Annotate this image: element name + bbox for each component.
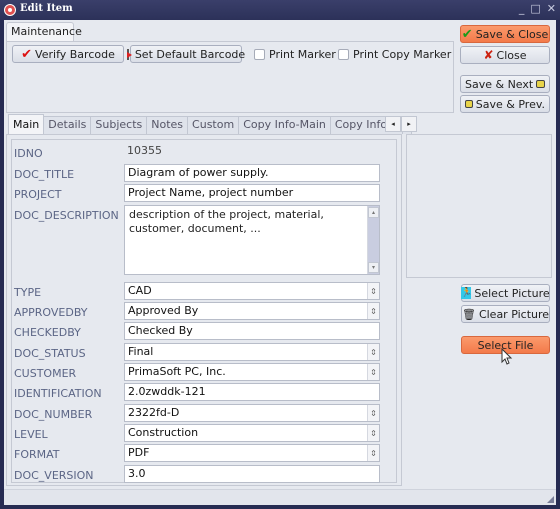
save-next-button[interactable]: Save & Next bbox=[460, 75, 550, 93]
tab-scroll-right-button[interactable]: ▸ bbox=[401, 116, 417, 132]
hand-right-icon bbox=[536, 80, 545, 88]
customer-select[interactable]: PrimaSoft PC, Inc. ⇕ bbox=[124, 363, 380, 381]
close-x-icon: ✘ bbox=[483, 48, 494, 62]
verify-barcode-button[interactable]: ✔ Verify Barcode bbox=[12, 45, 124, 63]
doc-description-textarea[interactable]: description of the project, material, cu… bbox=[124, 205, 380, 275]
customer-label: CUSTOMER bbox=[14, 367, 77, 380]
checkmark-icon: ✔ bbox=[21, 46, 33, 62]
project-input[interactable]: Project Name, project number bbox=[124, 184, 380, 202]
maximize-button[interactable]: □ bbox=[530, 2, 540, 15]
spin-icon[interactable]: ⇕ bbox=[367, 303, 379, 319]
print-marker-label: Print Marker bbox=[269, 48, 336, 61]
trash-icon: 🗑 bbox=[461, 307, 476, 321]
checkmark-icon: ✔ bbox=[461, 26, 473, 42]
scroll-up-icon[interactable]: ▴ bbox=[368, 207, 379, 218]
spin-icon[interactable]: ⇕ bbox=[367, 405, 379, 421]
description-scrollbar[interactable]: ▴ ▾ bbox=[367, 206, 379, 274]
approvedby-label: APPROVEDBY bbox=[14, 306, 88, 319]
doc-title-input[interactable]: Diagram of power supply. bbox=[124, 164, 380, 182]
spin-icon[interactable]: ⇕ bbox=[367, 445, 379, 461]
checkbox-box[interactable] bbox=[254, 49, 265, 60]
tab-copy-info-main[interactable]: Copy Info-Main bbox=[238, 116, 331, 134]
identification-label: IDENTIFICATION bbox=[14, 387, 102, 400]
doc-version-input[interactable]: 3.0 bbox=[124, 465, 380, 483]
print-marker-checkbox[interactable]: Print Marker bbox=[254, 48, 336, 61]
tab-custom[interactable]: Custom bbox=[187, 116, 240, 134]
select-picture-button[interactable]: 🏃 Select Picture bbox=[461, 284, 550, 302]
level-label: LEVEL bbox=[14, 428, 48, 441]
idno-value: 10355 bbox=[127, 144, 162, 157]
checkedby-label: CHECKEDBY bbox=[14, 326, 81, 339]
close-label: Close bbox=[496, 48, 527, 62]
verify-barcode-label: Verify Barcode bbox=[35, 47, 115, 61]
set-default-barcode-label: Set Default Barcode bbox=[134, 47, 246, 61]
idno-label: IDNO bbox=[14, 147, 43, 160]
scroll-down-icon[interactable]: ▾ bbox=[368, 262, 379, 273]
doc-version-label: DOC_VERSION bbox=[14, 469, 94, 482]
doc-title-label: DOC_TITLE bbox=[14, 168, 75, 181]
clear-picture-label: Clear Picture bbox=[478, 307, 550, 321]
type-select[interactable]: CAD ⇕ bbox=[124, 282, 380, 300]
barcode-icon bbox=[126, 48, 132, 60]
tab-details[interactable]: Details bbox=[43, 116, 92, 134]
project-label: PROJECT bbox=[14, 188, 62, 201]
clear-picture-button[interactable]: 🗑 Clear Picture bbox=[461, 305, 550, 323]
checkedby-input[interactable]: Checked By bbox=[124, 322, 380, 340]
minimize-button[interactable]: _ bbox=[519, 2, 525, 15]
doc-number-label: DOC_NUMBER bbox=[14, 408, 93, 421]
picture-frame bbox=[406, 134, 552, 278]
print-copy-marker-checkbox[interactable]: Print Copy Marker bbox=[338, 48, 451, 61]
edit-item-window: Edit Item _ □ ✕ Maintenance ✔ Verify Bar… bbox=[0, 0, 560, 509]
doc-status-select[interactable]: Final ⇕ bbox=[124, 343, 380, 361]
window-title: Edit Item bbox=[20, 3, 73, 14]
spin-icon[interactable]: ⇕ bbox=[367, 425, 379, 441]
doc-status-label: DOC_STATUS bbox=[14, 347, 86, 360]
tab-scroll-left-button[interactable]: ◂ bbox=[385, 116, 401, 132]
approvedby-select[interactable]: Approved By ⇕ bbox=[124, 302, 380, 320]
level-select[interactable]: Construction ⇕ bbox=[124, 424, 380, 442]
title-bar: Edit Item _ □ ✕ bbox=[0, 0, 560, 20]
save-next-label: Save & Next bbox=[465, 77, 534, 91]
doc-description-label: DOC_DESCRIPTION bbox=[14, 209, 119, 222]
hand-left-icon bbox=[465, 100, 473, 108]
format-label: FORMAT bbox=[14, 448, 60, 461]
picture-icon: 🏃 bbox=[461, 287, 473, 299]
tab-maintenance[interactable]: Maintenance bbox=[6, 22, 82, 42]
tab-strip: Main Details Subjects Notes Custom Copy … bbox=[8, 114, 413, 134]
app-icon bbox=[4, 4, 16, 16]
tab-notes[interactable]: Notes bbox=[146, 116, 189, 134]
close-window-button[interactable]: ✕ bbox=[547, 2, 556, 15]
tab-main[interactable]: Main bbox=[8, 114, 45, 134]
status-bar bbox=[4, 489, 556, 505]
set-default-barcode-button[interactable]: Set Default Barcode bbox=[126, 45, 246, 63]
resize-grip-icon[interactable] bbox=[547, 496, 554, 503]
tab-subjects[interactable]: Subjects bbox=[90, 116, 148, 134]
save-prev-button[interactable]: Save & Prev. bbox=[460, 95, 550, 113]
identification-input[interactable]: 2.0zwddk-121 bbox=[124, 383, 380, 401]
save-close-label: Save & Close bbox=[475, 27, 549, 41]
save-prev-label: Save & Prev. bbox=[475, 97, 545, 111]
checkbox-box[interactable] bbox=[338, 49, 349, 60]
spin-icon[interactable]: ⇕ bbox=[367, 364, 379, 380]
type-label: TYPE bbox=[14, 286, 42, 299]
print-copy-marker-label: Print Copy Marker bbox=[353, 48, 452, 61]
mouse-cursor-icon bbox=[501, 347, 513, 369]
close-button[interactable]: ✘ Close bbox=[460, 46, 550, 64]
save-close-button[interactable]: ✔ Save & Close bbox=[460, 25, 550, 43]
format-select[interactable]: PDF ⇕ bbox=[124, 444, 380, 462]
doc-number-select[interactable]: 2322fd-D ⇕ bbox=[124, 404, 380, 422]
select-picture-label: Select Picture bbox=[474, 286, 550, 300]
spin-icon[interactable]: ⇕ bbox=[367, 344, 379, 360]
spin-icon[interactable]: ⇕ bbox=[367, 283, 379, 299]
